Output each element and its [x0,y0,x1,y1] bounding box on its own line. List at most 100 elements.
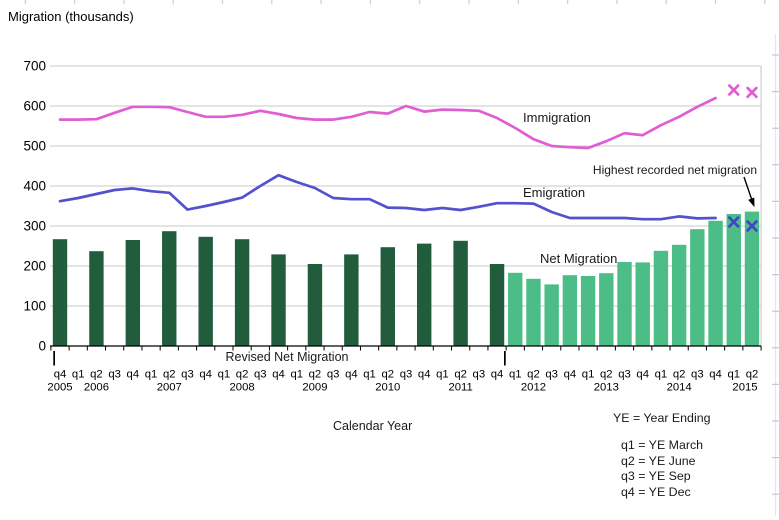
revised-net-migration-bar [453,241,467,346]
x-axis-quarter-label: q4 [709,369,722,381]
x-axis-title: Calendar Year [333,419,412,433]
x-axis-quarter-label: q2 [236,369,249,381]
y-axis-label: 600 [23,99,46,114]
ye-legend: YE = Year Ending q1 = YE Marchq2 = YE Ju… [613,411,711,501]
x-axis-year-label: 2010 [375,382,400,394]
x-axis-quarter-label: q2 [381,369,394,381]
net-migration-bar [708,221,722,346]
x-axis-year-label: 2011 [448,382,472,394]
net-migration-bar [563,275,577,346]
x-axis-quarter-label: q2 [527,369,540,381]
net-migration-bar [672,245,686,346]
x-axis-quarter-label: q4 [54,369,67,381]
x-axis-quarter-label: q2 [309,369,322,381]
net-migration-bar [617,262,631,346]
net-migration-bar [526,279,540,346]
x-axis-quarter-label: q4 [272,369,285,381]
emigration-line [60,175,716,219]
x-axis-year-label: 2008 [230,382,255,394]
net-migration-bar [508,273,522,346]
revised-span-end-mark [504,351,506,366]
x-axis-quarter-label: q3 [108,369,121,381]
x-axis-quarter-label: q2 [163,369,176,381]
x-axis-quarter-label: q4 [199,369,212,381]
x-axis-year-label: 2015 [732,382,757,394]
immigration-series-label: Immigration [523,110,591,125]
x-axis-quarter-label: q1 [290,369,303,381]
revised-net-migration-bar [344,254,358,346]
x-axis-year-label: 2006 [84,382,109,394]
y-axis-label: 400 [23,179,46,194]
y-axis-label: 500 [23,139,46,154]
x-axis-year-label: 2005 [47,382,72,394]
ye-legend-header: YE = Year Ending [613,411,711,425]
x-axis-quarter-label: q1 [363,369,376,381]
net-migration-bar [690,229,704,346]
x-axis-quarter-label: q3 [254,369,267,381]
x-axis-year-label: 2007 [157,382,182,394]
revised-span-start-mark [53,351,55,366]
revised-net-migration-bar [162,231,176,346]
x-axis-quarter-label: q1 [509,369,522,381]
x-axis-quarter-label: q3 [327,369,340,381]
net-migration-bar [727,214,741,346]
revised-net-migration-bar [235,239,249,346]
net-migration-bar [544,284,558,346]
x-axis-quarter-label: q4 [127,369,140,381]
annotation-highest-net-migration: Highest recorded net migration [593,163,757,177]
revised-net-migration-bar [126,240,140,346]
y-axis-title: Migration (thousands) [8,9,134,24]
x-axis-year-label: 2014 [667,382,692,394]
revised-net-migration-bar [89,251,103,346]
x-axis-quarter-label: q4 [636,369,649,381]
x-axis-quarter-label: q1 [655,369,668,381]
y-axis-label: 300 [23,219,46,234]
annotation-arrow [744,177,752,199]
migration-chart-page: 0100200300400500600700q4q1q2q3q4q1q2q3q4… [0,0,779,520]
x-axis-quarter-label: q1 [436,369,449,381]
revised-net-migration-bar [198,237,212,346]
x-axis-quarter-label: q3 [400,369,413,381]
net-migration-bar [581,276,595,346]
x-axis-quarter-label: q1 [72,369,85,381]
ye-note-item: q4 = YE Dec [621,485,711,501]
x-axis-quarter-label: q4 [564,369,577,381]
x-axis-quarter-label: q2 [90,369,103,381]
y-axis-label: 700 [23,59,46,74]
x-axis-quarter-label: q1 [218,369,231,381]
x-axis-quarter-label: q3 [618,369,631,381]
x-axis-quarter-label: q4 [491,369,504,381]
x-axis-year-label: 2013 [594,382,619,394]
revised-net-migration-bar [53,239,67,346]
x-axis-quarter-label: q4 [418,369,431,381]
emigration-series-label: Emigration [523,185,585,200]
revised-net-migration-label: Revised Net Migration [226,350,349,364]
ye-note-item: q1 = YE March [621,438,711,454]
revised-net-migration-bar [417,244,431,346]
x-axis-quarter-label: q4 [345,369,358,381]
revised-net-migration-bar [381,247,395,346]
x-axis-quarter-label: q2 [454,369,467,381]
x-axis-quarter-label: q3 [545,369,558,381]
net-migration-bar [745,212,759,346]
revised-net-migration-bar [308,264,322,346]
x-axis-quarter-label: q2 [673,369,686,381]
x-axis-quarter-label: q1 [582,369,595,381]
ye-note-item: q2 = YE June [621,454,711,470]
net-migration-series-label: Net Migration [540,251,617,266]
annotation-arrowhead [748,198,754,208]
y-axis-label: 0 [38,339,46,354]
x-axis-quarter-label: q3 [473,369,486,381]
x-axis-year-label: 2009 [302,382,327,394]
net-migration-bar [636,262,650,346]
y-axis-label: 200 [23,259,46,274]
x-axis-quarter-label: q1 [145,369,158,381]
x-axis-quarter-label: q3 [181,369,194,381]
net-migration-bar [599,273,613,346]
ye-note-item: q3 = YE Sep [621,469,711,485]
x-axis-year-label: 2012 [521,382,546,394]
ye-legend-items: q1 = YE Marchq2 = YE Juneq3 = YE Sepq4 =… [613,438,711,501]
revised-net-migration-bar [490,264,504,346]
revised-net-migration-bar [271,254,285,346]
x-axis-quarter-label: q2 [746,369,759,381]
